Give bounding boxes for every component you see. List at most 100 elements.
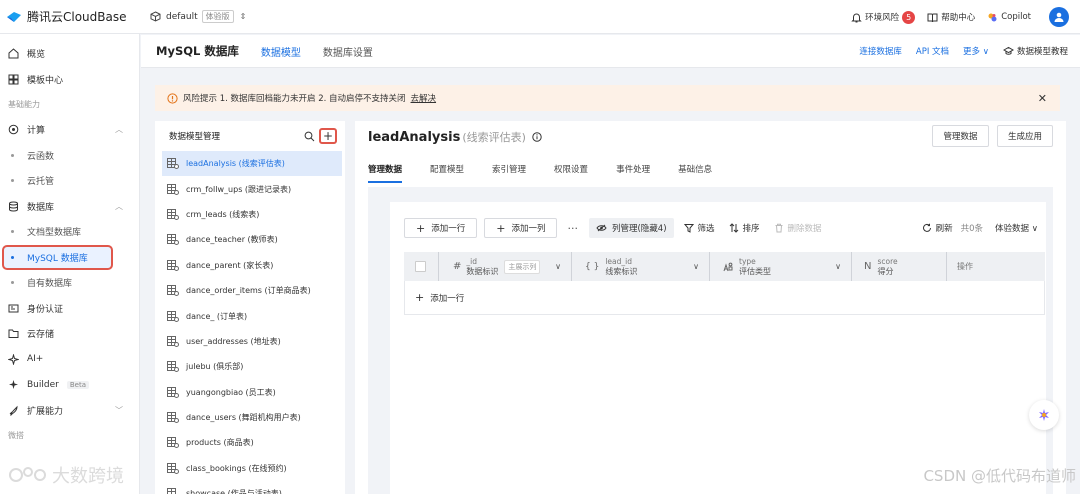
sidebar-item-cloud-function[interactable]: 云函数 [0,143,139,169]
model-list-item[interactable]: dance_ (订单表) [155,303,345,328]
model-list-item[interactable]: yuangongbiao (员工表) [155,380,345,405]
grid-toolbar: + 添加一行 + 添加一列 ··· 列管理(隐藏4) 筛选 排序 删除数据 [404,218,836,238]
more-dropdown[interactable]: 更多 ∨ [963,45,989,57]
column-header-score[interactable]: N score 得分 [852,252,947,281]
manage-data-button[interactable]: 管理数据 [932,125,989,147]
model-list-item[interactable]: crm_leads (线索表) [155,202,345,227]
tab-events[interactable]: 事件处理 [616,163,650,183]
tab-basic-info[interactable]: 基础信息 [678,163,712,183]
model-list-item[interactable]: crm_follw_ups (跟进记录表) [155,176,345,201]
folder-icon [8,328,27,339]
model-list-label: dance_teacher (教师表) [186,235,278,245]
inline-add-row[interactable]: + 添加一行 [404,281,1045,315]
assistant-float-button[interactable] [1029,400,1059,430]
tab-config-model[interactable]: 配置模型 [430,163,464,183]
model-alias: (线索评估表) [462,131,526,144]
refresh-icon[interactable] [922,223,932,233]
model-list-item[interactable]: dance_parent (家长表) [155,253,345,278]
sidebar-item-compute[interactable]: 计算 ︿ [0,117,139,143]
connect-db-link[interactable]: 连接数据库 [859,45,902,57]
tab-manage-data[interactable]: 管理数据 [368,163,403,183]
column-header-lead-id[interactable]: { } lead_id 线索标识 ∨ [572,252,710,281]
table-icon [167,234,186,246]
tab-data-model[interactable]: 数据模型 [261,44,301,59]
tab-permissions[interactable]: 权限设置 [554,163,588,183]
column-manage-button[interactable]: 列管理(隐藏4) [588,218,674,238]
close-icon[interactable]: ✕ [1038,92,1047,105]
model-name: leadAnalysis [368,129,461,145]
column-header-type[interactable]: type 评估类型 ∨ [710,252,852,281]
model-title: leadAnalysis (线索评估表) [368,129,542,145]
sidebar-item-templates[interactable]: 模板中心 [0,67,139,93]
model-list-item[interactable]: dance_teacher (教师表) [155,227,345,252]
model-list-item[interactable]: showcase (作品与活动表) [155,481,345,494]
model-list-item[interactable]: user_addresses (地址表) [155,329,345,354]
sidebar-label: 文档型数据库 [27,228,82,239]
tutorial-label: 数据模型教程 [1016,47,1068,57]
help-center-link[interactable]: 帮助中心 [927,11,975,23]
sidebar-item-mysql-db[interactable]: MySQL 数据库 [2,244,113,270]
data-model-panel: 数据模型管理 + leadAnalysis (线索评估表) crm_follw_u… [155,121,345,494]
model-list-item[interactable]: dance_order_items (订单商品表) [155,278,345,303]
add-row-button[interactable]: + 添加一行 [404,218,478,238]
delete-data-button[interactable]: 删除数据 [774,222,822,234]
sidebar-item-doc-db[interactable]: 文档型数据库 [0,219,139,245]
alert-text: 风险提示 1. 数据库回档能力未开启 2. 自动启停不支持关闭 [183,94,406,104]
sidebar-item-extensions[interactable]: 扩展能力 ﹀ [0,398,139,424]
trash-icon [774,223,788,233]
model-list-label: products (商品表) [186,438,254,448]
column-header-id[interactable]: # _id 数据标识 主展示列 ∨ [439,252,572,281]
alert-fix-link[interactable]: 去解决 [411,92,437,104]
tab-db-settings[interactable]: 数据库设置 [323,44,373,59]
filter-button[interactable]: 筛选 [683,222,715,234]
table-icon [167,158,186,170]
warning-icon [167,92,178,104]
generate-app-button[interactable]: 生成应用 [997,125,1053,147]
watermark-logo-icon [8,466,48,484]
sort-button[interactable]: 排序 [729,222,760,234]
env-selector[interactable]: default 体验版 ⇕ [150,10,246,23]
brand-logo[interactable]: 腾讯云CloudBase [6,8,138,25]
more-icon[interactable]: ··· [567,222,578,235]
sidebar-label: 云函数 [27,151,55,162]
table-icon [167,412,186,424]
api-doc-link[interactable]: API 文档 [916,45,949,57]
sidebar-item-auth[interactable]: 身份认证 [0,296,139,322]
tutorial-link[interactable]: 数据模型教程 [1002,45,1068,57]
refresh-button[interactable]: 刷新 [936,222,953,234]
sidebar-label: 云托管 [27,177,55,188]
data-env-dropdown[interactable]: 体验数据 ∨ [995,222,1038,234]
grid-toolbar-right: 刷新 共0条 体验数据 ∨ [922,218,1038,238]
tab-index[interactable]: 索引管理 [492,163,526,183]
primary-display-tag: 主展示列 [504,259,541,274]
search-icon[interactable] [304,131,315,142]
user-avatar[interactable] [1049,7,1069,27]
sidebar-item-ai[interactable]: AI+ [0,347,139,373]
column-alias: 得分 [877,266,894,276]
sidebar-item-storage[interactable]: 云存储 [0,321,139,347]
chevron-down-icon: ∨ [835,262,841,271]
model-list-item[interactable]: leadAnalysis (线索评估表) [162,151,342,177]
watermark-right: CSDN @低代码布道师 [923,467,1076,485]
column-alias: 评估类型 [739,266,771,276]
copilot-button[interactable]: Copilot [987,12,1031,23]
add-model-button[interactable]: + [319,128,337,144]
select-all-checkbox[interactable] [415,261,426,272]
plus-icon: + [415,291,425,304]
sidebar-label: 扩展能力 [27,406,64,417]
model-list-label: leadAnalysis (线索评估表) [186,159,285,169]
sidebar-item-cloud-hosting[interactable]: 云托管 [0,168,139,194]
model-list-item[interactable]: julebu (俱乐部) [155,354,345,379]
model-list-item[interactable]: products (商品表) [155,430,345,455]
sidebar-item-overview[interactable]: 概览 [0,41,139,67]
env-risk-button[interactable]: 环境风险 5 [851,10,916,24]
model-list-label: crm_follw_ups (跟进记录表) [186,184,292,194]
sidebar-item-database[interactable]: 数据库 ︿ [0,194,139,220]
add-column-button[interactable]: + 添加一列 [484,218,558,238]
rocket-icon [8,405,27,416]
model-list-item[interactable]: dance_users (舞蹈机构用户表) [155,405,345,430]
model-list-item[interactable]: class_bookings (在线预约) [155,456,345,481]
sidebar-item-own-db[interactable]: 自有数据库 [0,270,139,296]
info-icon[interactable] [532,132,542,142]
sidebar-item-builder[interactable]: Builder Beta [0,372,139,398]
